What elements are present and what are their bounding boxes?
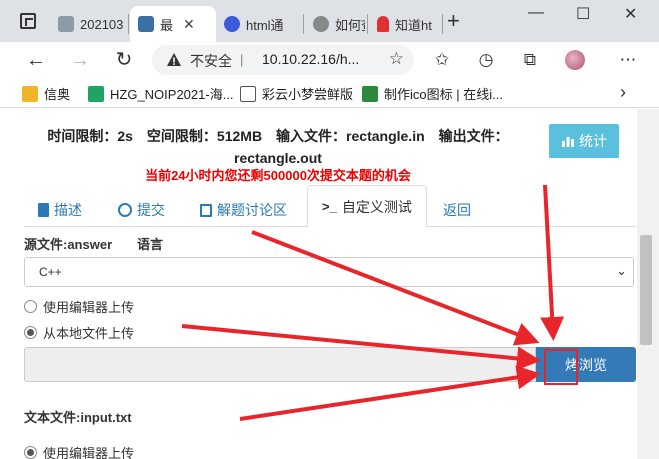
source-file-label: 源文件:answer — [24, 237, 113, 252]
tab-custom-test[interactable]: >_ 自定义测试 — [307, 185, 427, 228]
tab-3[interactable]: html通 — [216, 6, 302, 42]
more-menu-icon[interactable]: ⋯ — [618, 50, 638, 70]
chevron-down-icon: ⌄ — [616, 263, 627, 278]
tab-label: 解题讨论区 — [217, 202, 287, 218]
tab-label: 知道ht — [395, 17, 432, 33]
minimize-icon[interactable]: — — [528, 4, 544, 22]
text-file-label: 文本文件:input.txt — [24, 410, 132, 425]
bookmark-ico-maker[interactable]: 制作ico图标 | 在线i... — [362, 84, 503, 103]
maximize-icon[interactable]: ☐ — [576, 4, 590, 24]
bar-chart-icon — [562, 137, 574, 147]
bookmark-hzg-noip[interactable]: HZG_NOIP2021-海... — [88, 84, 234, 103]
address-divider: | — [240, 52, 244, 67]
close-window-icon[interactable]: ✕ — [624, 4, 637, 24]
tab-4[interactable]: 如何查 — [305, 6, 365, 42]
favorites-icon[interactable]: ✩ — [432, 50, 452, 70]
add-favorite-icon[interactable]: ☆ — [389, 49, 404, 69]
radio-use-editor[interactable]: 使用编辑器上传 — [24, 297, 134, 316]
forward-icon[interactable]: → — [68, 48, 92, 72]
browse-label: 烤浏览 — [565, 356, 607, 373]
page-content: 时间限制：2s 空间限制：512MB 输入文件：rectangle.in 输出文… — [0, 109, 637, 459]
tab-discussion[interactable]: 解题讨论区 — [200, 193, 287, 227]
limits-line-1: 时间限制：2s 空间限制：512MB 输入文件：rectangle.in 输出文… — [47, 128, 509, 144]
radio-upload-local[interactable]: 从本地文件上传 — [24, 323, 134, 342]
bit-icon — [362, 85, 378, 102]
radio-use-editor-2[interactable]: 使用编辑器上传 — [24, 443, 134, 459]
bookmarks-bar: 信奥 HZG_NOIP2021-海... 彩云小梦尝鲜版 制作ico图标 | 在… — [0, 78, 659, 108]
profile-avatar[interactable] — [565, 50, 585, 70]
tab-2-active[interactable]: 最 ✕ — [130, 6, 216, 42]
language-select[interactable]: C++ ⌄ — [24, 257, 634, 287]
problem-tabs: 描述 提交 解题讨论区 >_ 自定义测试 返回 — [24, 185, 636, 228]
insecure-label: 不安全 — [190, 53, 232, 69]
flame-favicon-icon — [377, 16, 389, 32]
list-icon — [200, 203, 212, 217]
language-value: C++ — [39, 265, 62, 279]
collections-icon[interactable]: ⧉ — [520, 50, 540, 70]
tab-label: 提交 — [137, 202, 165, 218]
tab-divider — [128, 14, 129, 34]
tab-label: 最 — [160, 17, 174, 33]
tab-label: 202103 — [80, 16, 124, 32]
page-icon — [240, 85, 256, 102]
tab-divider — [303, 14, 304, 34]
tab-label: 描述 — [54, 202, 82, 218]
tab-back[interactable]: 返回 — [443, 193, 471, 227]
address-row: ← → ↻ 不安全 | 10.10.22.16/h... ☆ ✩ ◷ ⧉ ⋯ — [0, 42, 659, 78]
file-upload-row: 烤浏览 — [24, 347, 636, 382]
tab-divider — [442, 14, 443, 34]
upload-circle-icon — [118, 203, 132, 217]
bookmark-label: 彩云小梦尝鲜版 — [262, 87, 354, 102]
new-tab-icon[interactable]: + — [447, 10, 460, 32]
bookmark-label: HZG_NOIP2021-海... — [110, 87, 234, 102]
tab-label: html通 — [246, 17, 284, 33]
radio-label: 从本地文件上传 — [43, 326, 135, 341]
browser-tabbar: 202103 最 ✕ html通 如何查 知道ht + — ☐ ✕ — [0, 0, 659, 42]
page-favicon-icon — [313, 16, 329, 32]
sheets-icon — [88, 85, 104, 102]
close-tab-icon[interactable]: ✕ — [183, 16, 195, 33]
bookmark-caiyun[interactable]: 彩云小梦尝鲜版 — [240, 84, 353, 103]
paw-favicon-icon — [224, 16, 240, 32]
scrollbar-thumb[interactable] — [640, 235, 652, 345]
submission-quota: 当前24小时内您还剩500000次提交本题的机会 — [145, 168, 411, 183]
url-text[interactable]: 10.10.22.16/h... — [262, 51, 359, 67]
tab-actions-icon[interactable] — [20, 13, 36, 29]
file-path-input[interactable] — [24, 347, 536, 382]
tab-label: 返回 — [443, 202, 471, 218]
tab-description[interactable]: 描述 — [38, 193, 82, 227]
tab-1[interactable]: 202103 — [50, 6, 124, 42]
tab-submit[interactable]: 提交 — [118, 193, 165, 227]
tab-label: 自定义测试 — [341, 198, 412, 215]
stats-button[interactable]: 统计 — [549, 124, 619, 158]
bookmark-label: 信奥 — [44, 87, 71, 102]
radio-label: 使用编辑器上传 — [43, 300, 135, 315]
refresh-icon[interactable]: ↻ — [112, 48, 136, 72]
tab-5[interactable]: 知道ht — [369, 6, 441, 42]
radio-label: 使用编辑器上传 — [43, 446, 135, 459]
radio-button-selected[interactable] — [24, 446, 37, 459]
radio-button-selected[interactable] — [24, 326, 37, 339]
warning-icon[interactable] — [166, 52, 182, 68]
chevron-right-icon[interactable]: › — [620, 82, 626, 103]
bookmark-folder-xinao[interactable]: 信奥 — [22, 84, 70, 103]
stats-label: 统计 — [579, 133, 607, 149]
language-label: 语言 — [137, 237, 164, 252]
browse-button[interactable]: 烤浏览 — [536, 347, 636, 382]
back-icon[interactable]: ← — [24, 48, 48, 72]
terminal-icon: >_ — [322, 199, 337, 214]
folder-icon — [22, 85, 38, 102]
radio-button[interactable] — [24, 300, 37, 313]
problem-limits: 时间限制：2s 空间限制：512MB 输入文件：rectangle.in 输出文… — [28, 125, 528, 169]
book-icon — [38, 203, 49, 217]
tab-label: 如何查 — [335, 17, 365, 33]
shield-favicon-icon — [58, 16, 74, 32]
bookmark-label: 制作ico图标 | 在线i... — [384, 87, 503, 102]
address-bar[interactable]: 不安全 | 10.10.22.16/h... ☆ — [152, 45, 414, 75]
history-icon[interactable]: ◷ — [476, 50, 496, 70]
tab-divider — [367, 14, 368, 34]
shield-favicon-icon — [138, 16, 154, 32]
